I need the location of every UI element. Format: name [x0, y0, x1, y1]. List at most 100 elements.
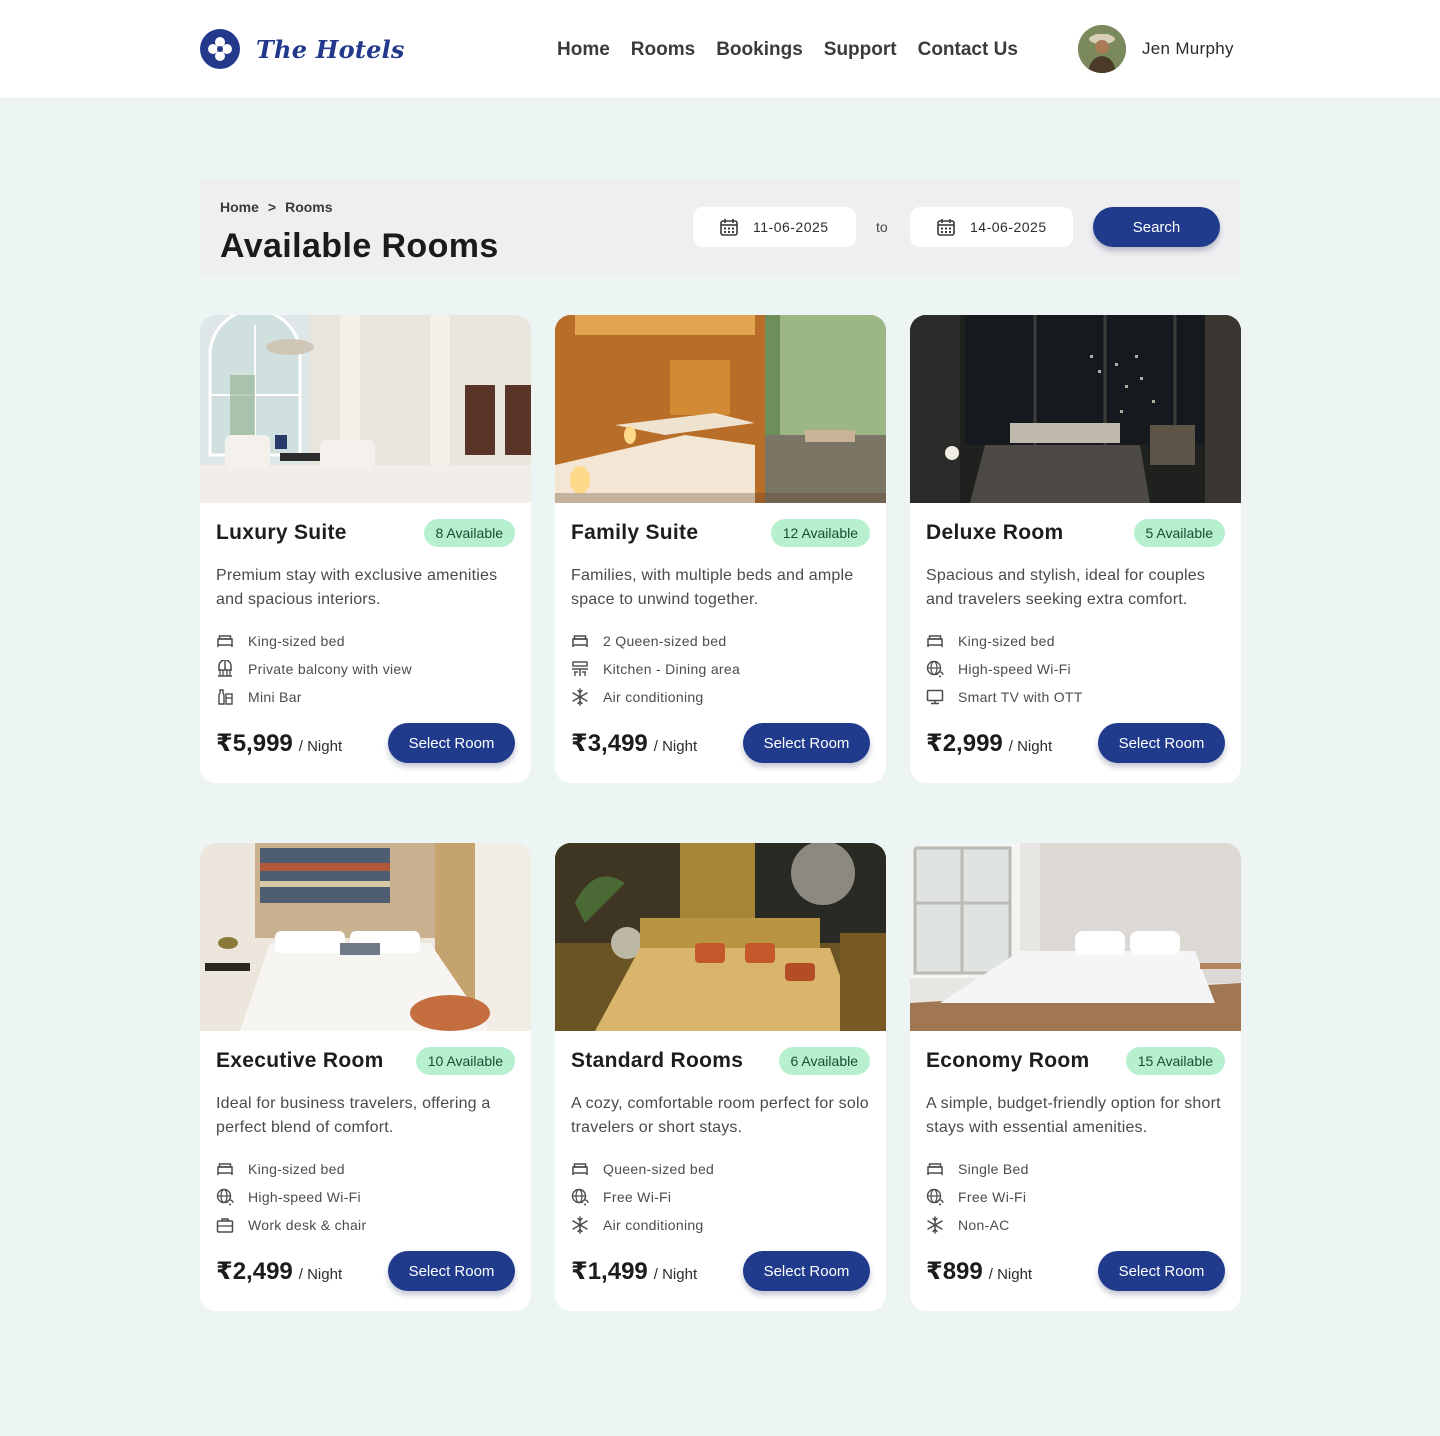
price-row: ₹1,499 / Night [571, 1257, 697, 1286]
check-in-date-value: 11-06-2025 [753, 219, 829, 235]
check-out-date-value: 14-06-2025 [970, 219, 1047, 235]
room-title: Economy Room [926, 1049, 1090, 1072]
avatar [1078, 25, 1126, 73]
room-feature: Single Bed [926, 1160, 1029, 1178]
bed-icon [927, 1163, 943, 1175]
nav-bookings[interactable]: Bookings [716, 38, 803, 62]
price-unit: / Night [298, 1266, 343, 1283]
room-feature: King-sized bed [216, 632, 345, 650]
room-feature-label: Non-AC [958, 1217, 1010, 1233]
room-feature-label: Air conditioning [603, 1217, 704, 1233]
price-row: ₹2,999 / Night [926, 729, 1052, 758]
room-photo [910, 315, 1241, 503]
search-button[interactable]: Search [1093, 207, 1220, 247]
select-room-button[interactable]: Select Room [743, 1251, 870, 1291]
room-feature: High-speed Wi-Fi [926, 660, 1071, 678]
room-card-luxury-suite: Luxury Suite 8 Available Premium stay wi… [200, 315, 531, 783]
nav-home[interactable]: Home [557, 38, 610, 62]
calendar-icon [720, 219, 738, 236]
availability-badge: 10 Available [415, 1047, 515, 1075]
bed-icon [572, 635, 588, 647]
room-card-family-suite: Family Suite 12 Available Families, with… [555, 315, 886, 783]
calendar-icon [937, 219, 955, 236]
dining-icon [572, 661, 588, 676]
brand-name: The Hotels [256, 34, 405, 64]
room-feature-label: Single Bed [958, 1161, 1029, 1177]
room-feature: Work desk & chair [216, 1216, 366, 1234]
room-price: ₹3,499 [571, 730, 648, 757]
room-feature-label: King-sized bed [248, 1161, 345, 1177]
room-feature: 2 Queen-sized bed [571, 632, 726, 650]
price-row: ₹899 / Night [926, 1257, 1032, 1286]
room-title: Executive Room [216, 1049, 384, 1072]
brand[interactable]: The Hotels [200, 29, 405, 69]
nav-rooms[interactable]: Rooms [631, 38, 695, 62]
room-description: Ideal for business travelers, offering a… [216, 1095, 491, 1136]
room-price: ₹2,999 [926, 730, 1003, 757]
room-title: Luxury Suite [216, 521, 347, 544]
price-unit: / Night [653, 1266, 698, 1283]
bed-icon [217, 1163, 233, 1175]
room-card-executive-room: Executive Room 10 Available Ideal for bu… [200, 843, 531, 1311]
breadcrumb-home[interactable]: Home [220, 199, 259, 215]
main-nav: Home Rooms Bookings Support Contact Us [557, 38, 1039, 62]
room-feature: Mini Bar [216, 688, 302, 706]
room-feature-label: High-speed Wi-Fi [248, 1189, 361, 1205]
room-description: Spacious and stylish, ideal for couples … [926, 567, 1206, 608]
price-row: ₹3,499 / Night [571, 729, 697, 758]
room-photo [555, 315, 886, 503]
breadcrumb-separator: > [267, 199, 277, 215]
tv-icon [926, 689, 944, 705]
price-unit: / Night [988, 1266, 1033, 1283]
nav-support[interactable]: Support [824, 38, 897, 62]
wifi-globe-icon [571, 1188, 589, 1206]
room-feature-label: Private balcony with view [248, 661, 412, 677]
nav-contact-us[interactable]: Contact Us [918, 38, 1018, 62]
select-room-button[interactable]: Select Room [388, 1251, 515, 1291]
room-price: ₹2,499 [216, 1258, 293, 1285]
check-in-date-field[interactable]: 11-06-2025 [693, 207, 856, 247]
wifi-globe-icon [926, 660, 944, 678]
room-feature: Free Wi-Fi [571, 1188, 671, 1206]
room-title: Deluxe Room [926, 521, 1064, 544]
select-room-button[interactable]: Select Room [1098, 1251, 1225, 1291]
balcony-icon [218, 660, 232, 677]
room-price: ₹1,499 [571, 1258, 648, 1285]
room-card-standard-rooms: Standard Rooms 6 Available A cozy, comfo… [555, 843, 886, 1311]
wifi-globe-icon [926, 1188, 944, 1206]
room-photo [200, 843, 531, 1031]
room-feature-label: Free Wi-Fi [958, 1189, 1027, 1205]
brand-logo-icon [200, 29, 240, 69]
room-photo [555, 843, 886, 1031]
room-description: A cozy, comfortable room perfect for sol… [571, 1095, 869, 1136]
availability-badge: 6 Available [778, 1047, 870, 1075]
breadcrumb-rooms: Rooms [285, 199, 333, 215]
check-out-date-field[interactable]: 14-06-2025 [910, 207, 1073, 247]
price-row: ₹2,499 / Night [216, 1257, 342, 1286]
room-photo [200, 315, 531, 503]
room-price: ₹899 [926, 1258, 983, 1285]
top-navbar: The Hotels Home Rooms Bookings Support C… [0, 0, 1440, 98]
room-card-deluxe-room: Deluxe Room 5 Available Spacious and sty… [910, 315, 1241, 783]
minibar-icon [218, 689, 233, 705]
room-description: A simple, budget-friendly option for sho… [926, 1095, 1221, 1136]
room-feature-label: High-speed Wi-Fi [958, 661, 1071, 677]
bed-icon [572, 1163, 588, 1175]
room-feature: Non-AC [926, 1216, 1010, 1234]
room-title: Standard Rooms [571, 1049, 744, 1072]
availability-badge: 15 Available [1125, 1047, 1225, 1075]
room-feature: Smart TV with OTT [926, 688, 1083, 706]
select-room-button[interactable]: Select Room [1098, 723, 1225, 763]
select-room-button[interactable]: Select Room [743, 723, 870, 763]
select-room-button[interactable]: Select Room [388, 723, 515, 763]
availability-badge: 5 Available [1133, 519, 1225, 547]
room-feature-label: 2 Queen-sized bed [603, 633, 727, 649]
room-feature: Queen-sized bed [571, 1160, 714, 1178]
room-feature-label: Air conditioning [603, 689, 704, 705]
user-menu[interactable]: Jen Murphy [1078, 25, 1234, 73]
room-feature: King-sized bed [216, 1160, 345, 1178]
room-feature-label: King-sized bed [958, 633, 1055, 649]
room-feature-label: Free Wi-Fi [603, 1189, 672, 1205]
room-description: Families, with multiple beds and ample s… [571, 567, 854, 608]
room-photo [910, 843, 1241, 1031]
